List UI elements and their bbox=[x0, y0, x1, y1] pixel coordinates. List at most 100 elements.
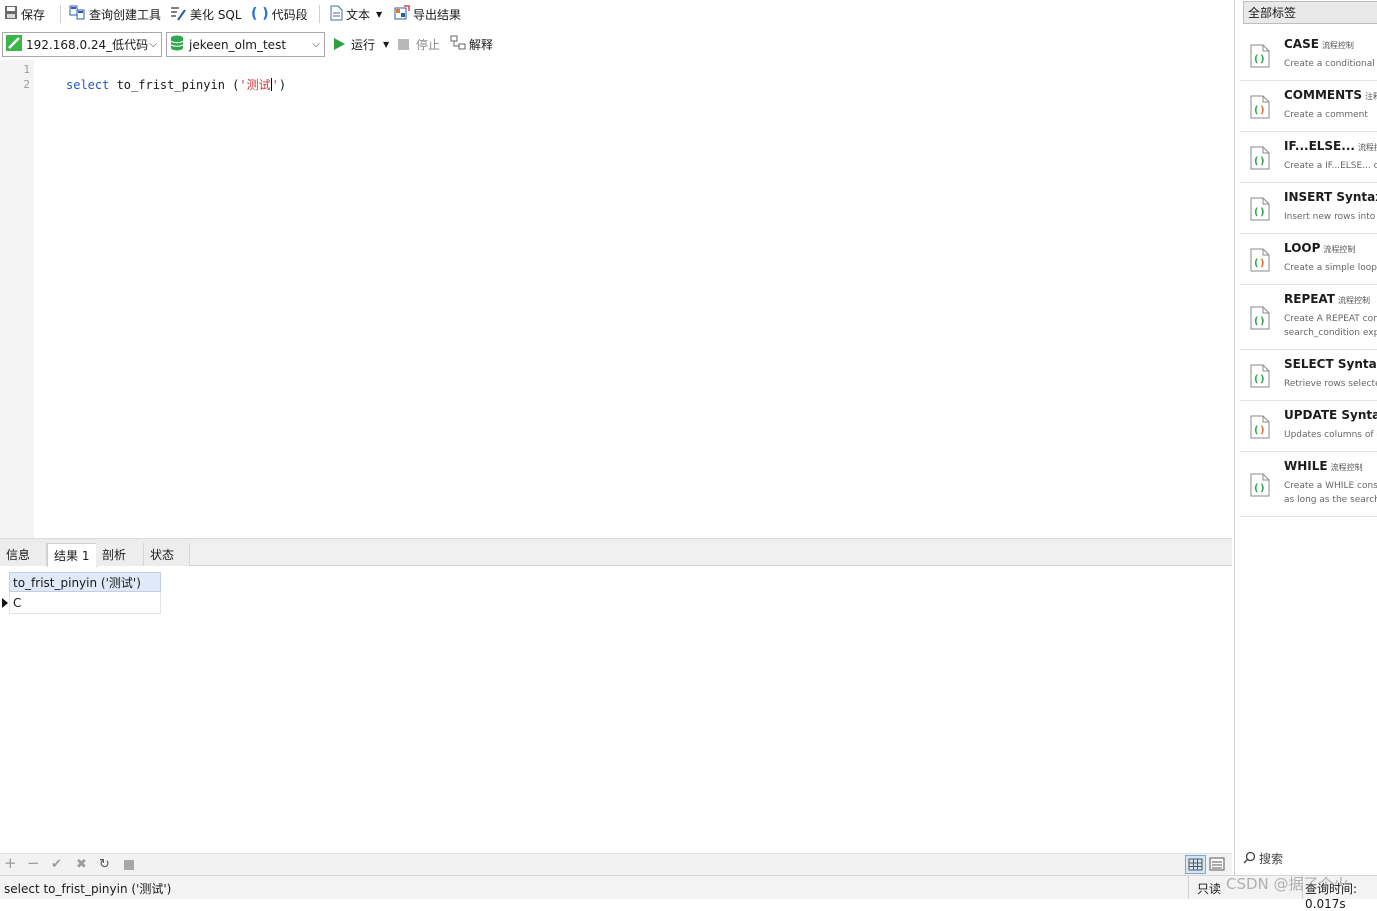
tab-info[interactable]: 信息 bbox=[0, 543, 47, 566]
stop-icon bbox=[398, 38, 409, 50]
svg-text:): ) bbox=[1260, 425, 1265, 436]
snippet-description: search_condition exp bbox=[1284, 328, 1377, 338]
tab-result-1[interactable]: 结果 1 bbox=[47, 543, 97, 567]
add-row-icon[interactable]: + bbox=[4, 854, 17, 872]
column-header-label: to_frist_pinyin ('测试') bbox=[13, 575, 141, 590]
snippet-title-text: INSERT Syntax bbox=[1284, 190, 1377, 204]
svg-text:(: ( bbox=[1254, 258, 1259, 269]
tag-filter-select[interactable]: 全部标签 bbox=[1243, 1, 1377, 24]
sql-function: to_frist_pinyin ( bbox=[109, 78, 240, 92]
svg-text:(: ( bbox=[1254, 483, 1259, 494]
run-label: 运行 bbox=[351, 37, 376, 52]
play-icon bbox=[334, 38, 345, 50]
snippet-tag: 流程控制 bbox=[1330, 463, 1363, 472]
svg-text:(: ( bbox=[1254, 316, 1259, 327]
snippet-item[interactable]: () UPDATE Syntax Updates columns of e bbox=[1240, 401, 1377, 452]
export-results-button[interactable]: 导出结果 bbox=[394, 4, 461, 24]
snippet-title: LOOP 流程控制 bbox=[1284, 241, 1355, 255]
discard-icon[interactable]: ✖ bbox=[76, 857, 87, 872]
svg-text:(: ( bbox=[1254, 207, 1259, 218]
tag-filter-label: 全部标签 bbox=[1248, 6, 1297, 20]
code-line[interactable]: select to_frist_pinyin ('测试') bbox=[66, 76, 286, 93]
snippet-item[interactable]: () LOOP 流程控制 Create a simple loop c bbox=[1240, 234, 1377, 285]
snippet-title-text: IF...ELSE... bbox=[1284, 139, 1355, 153]
snippet-item[interactable]: () WHILE 流程控制 Create a WHILE const as long a… bbox=[1240, 452, 1377, 517]
svg-text:): ) bbox=[1260, 483, 1265, 494]
code-snippet-button[interactable]: ( ) 代码段 bbox=[251, 4, 308, 24]
snippet-search[interactable]: 搜索 bbox=[1243, 850, 1283, 867]
tab-profile[interactable]: 剖析 bbox=[96, 543, 144, 566]
save-button[interactable]: 保存 bbox=[4, 4, 45, 24]
tab-status-label: 状态 bbox=[150, 548, 175, 562]
current-row-indicator bbox=[2, 598, 8, 608]
snippet-description: as long as the search_ bbox=[1284, 495, 1377, 505]
snippet-icon: () bbox=[1250, 473, 1270, 497]
sql-paren: ) bbox=[278, 78, 287, 92]
svg-text:): ) bbox=[1260, 54, 1265, 65]
snippet-item[interactable]: () CASE 流程控制 Create a conditional c bbox=[1240, 30, 1377, 81]
svg-text:(: ( bbox=[1254, 425, 1259, 436]
beautify-icon bbox=[170, 5, 187, 24]
line-number: 2 bbox=[23, 78, 30, 91]
delete-row-icon[interactable]: − bbox=[27, 854, 40, 872]
snippet-description: Create a WHILE const bbox=[1284, 481, 1377, 491]
snippet-title-text: COMMENTS bbox=[1284, 88, 1362, 102]
svg-text:(: ( bbox=[1254, 54, 1259, 65]
database-select[interactable]: jekeen_olm_test ⌵ bbox=[166, 32, 325, 57]
sql-keyword: select bbox=[66, 78, 110, 92]
braces-icon: ( ) bbox=[251, 6, 269, 22]
export-icon bbox=[394, 4, 410, 24]
sql-quote: ' bbox=[239, 78, 247, 92]
connection-select[interactable]: 192.168.0.24_低代码 ⌵ bbox=[2, 32, 162, 57]
chevron-down-icon: ▼ bbox=[383, 39, 390, 49]
explain-label: 解释 bbox=[469, 37, 494, 52]
status-readonly: 只读 bbox=[1197, 882, 1222, 896]
snippet-item[interactable]: () REPEAT 流程控制 Create A REPEAT cons search_c… bbox=[1240, 285, 1377, 350]
svg-text:(: ( bbox=[1254, 156, 1259, 167]
query-builder-button[interactable]: 查询创建工具 bbox=[69, 4, 161, 24]
snippet-title: CASE 流程控制 bbox=[1284, 37, 1354, 51]
table-cell[interactable]: C bbox=[9, 592, 161, 614]
snippet-tag: 流程控制 bbox=[1321, 41, 1354, 50]
export-label: 导出结果 bbox=[413, 7, 462, 22]
chevron-down-icon: ⌵ bbox=[149, 39, 157, 50]
snippet-icon: () bbox=[1250, 364, 1270, 388]
chevron-down-icon: ⌵ bbox=[312, 39, 320, 50]
run-button[interactable]: 运行 ▼ bbox=[334, 34, 389, 54]
snippet-item[interactable]: () INSERT Syntax Insert new rows into a bbox=[1240, 183, 1377, 234]
query-builder-label: 查询创建工具 bbox=[89, 7, 162, 22]
grid-toolbar: + − ✔ ✖ ↻ bbox=[0, 853, 1232, 875]
toolbar-separator bbox=[60, 5, 61, 23]
snippet-description: Updates columns of e bbox=[1284, 430, 1377, 440]
snippet-title: REPEAT 流程控制 bbox=[1284, 292, 1370, 306]
form-view-icon[interactable] bbox=[1209, 856, 1225, 875]
snippet-title: INSERT Syntax bbox=[1284, 190, 1377, 204]
snippet-title-text: SELECT Syntax bbox=[1284, 357, 1377, 371]
stop-icon[interactable] bbox=[124, 860, 134, 870]
stop-label: 停止 bbox=[416, 37, 441, 52]
stop-button[interactable]: 停止 bbox=[398, 34, 440, 54]
database-icon bbox=[170, 35, 184, 54]
explain-button[interactable]: 解释 bbox=[450, 34, 493, 54]
text-button[interactable]: 文本 ▼ bbox=[330, 4, 382, 24]
column-header[interactable]: to_frist_pinyin ('测试') bbox=[9, 572, 161, 592]
snippet-icon: () bbox=[1250, 415, 1270, 439]
snippet-description: Create a IF...ELSE... co bbox=[1284, 161, 1377, 171]
beautify-sql-button[interactable]: 美化 SQL bbox=[170, 4, 242, 24]
refresh-icon[interactable]: ↻ bbox=[99, 857, 110, 872]
result-tabs: 信息 结果 1 剖析 状态 bbox=[0, 543, 1232, 567]
save-icon bbox=[4, 5, 18, 23]
snippet-item[interactable]: () IF...ELSE...流程控制 Create a IF...ELSE... … bbox=[1240, 132, 1377, 183]
apply-icon[interactable]: ✔ bbox=[51, 857, 62, 872]
snippet-item[interactable]: () SELECT Syntax Retrieve rows selected bbox=[1240, 350, 1377, 401]
snippet-title-text: CASE bbox=[1284, 37, 1319, 51]
tab-status[interactable]: 状态 bbox=[144, 543, 190, 566]
search-icon bbox=[1243, 851, 1256, 867]
grid-view-icon[interactable] bbox=[1185, 855, 1206, 874]
sql-editor[interactable]: 1 2 select to_frist_pinyin ('测试') bbox=[0, 60, 1232, 538]
snippet-item[interactable]: () COMMENTS注释 Create a comment bbox=[1240, 81, 1377, 132]
snippet-title: UPDATE Syntax bbox=[1284, 408, 1377, 422]
status-bar: select to_frist_pinyin ('测试') 只读 查询时间: 0… bbox=[0, 875, 1377, 911]
snippet-description: Retrieve rows selected bbox=[1284, 379, 1377, 389]
connection-icon bbox=[6, 35, 22, 54]
